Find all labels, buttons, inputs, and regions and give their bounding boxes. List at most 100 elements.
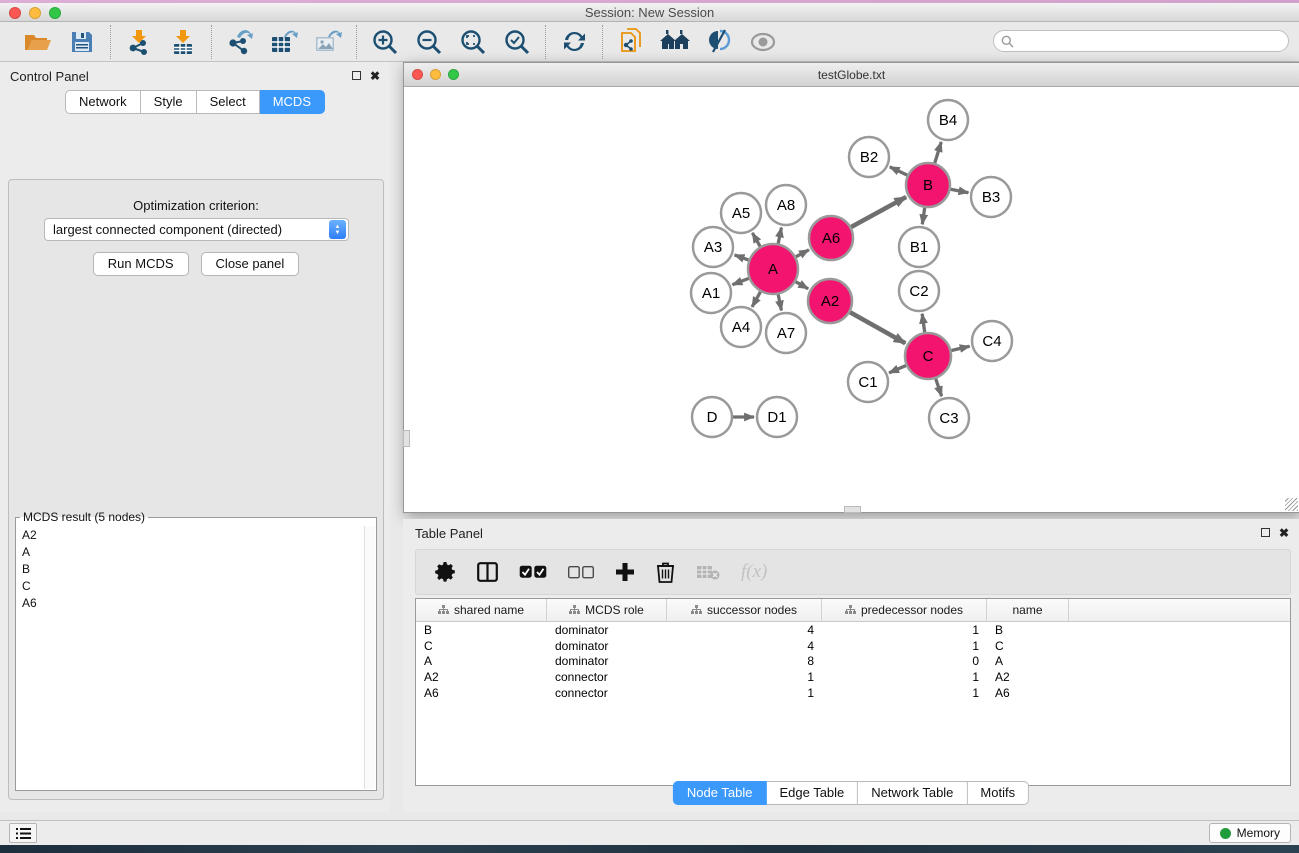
table-cell[interactable]: 1	[667, 670, 822, 684]
node-A1[interactable]: A1	[691, 273, 731, 313]
table-cell[interactable]: dominator	[547, 623, 667, 637]
column-header-name[interactable]: name	[987, 599, 1069, 621]
tab-motifs[interactable]: Motifs	[967, 781, 1029, 805]
node-B2[interactable]: B2	[849, 137, 889, 177]
table-row[interactable]: A6connector11A6	[416, 685, 1290, 701]
table-cell[interactable]: 1	[822, 623, 987, 637]
network-zoom-button[interactable]	[448, 69, 459, 80]
export-image-icon[interactable]	[313, 28, 343, 56]
node-B3[interactable]: B3	[971, 177, 1011, 217]
delete-row-icon[interactable]	[656, 559, 675, 585]
zoom-in-icon[interactable]	[370, 28, 400, 56]
import-network-icon[interactable]	[124, 28, 154, 56]
edge-A-A7[interactable]	[778, 294, 781, 310]
tab-select[interactable]: Select	[197, 90, 260, 114]
home-icon[interactable]	[660, 28, 690, 56]
node-A2[interactable]: A2	[808, 279, 852, 323]
table-cell[interactable]: 8	[667, 654, 822, 668]
settings-gear-icon[interactable]	[434, 559, 456, 585]
network-minimize-button[interactable]	[430, 69, 441, 80]
export-network-icon[interactable]	[225, 28, 255, 56]
refresh-icon[interactable]	[559, 28, 589, 56]
close-panel-button[interactable]: Close panel	[201, 252, 300, 276]
column-header-mcds-role[interactable]: MCDS role	[547, 599, 667, 621]
edge-A-A2[interactable]	[796, 282, 809, 289]
table-cell[interactable]: 4	[667, 623, 822, 637]
edge-C-C4[interactable]	[951, 346, 969, 350]
eye-icon[interactable]	[748, 28, 778, 56]
column-header-successor-nodes[interactable]: successor nodes	[667, 599, 822, 621]
edge-C-C1[interactable]	[889, 366, 906, 373]
table-cell[interactable]: connector	[547, 670, 667, 684]
add-row-icon[interactable]	[615, 559, 635, 585]
float-panel-icon[interactable]	[352, 70, 361, 82]
table-row[interactable]: Bdominator41B	[416, 622, 1290, 638]
run-mcds-button[interactable]: Run MCDS	[93, 252, 189, 276]
edge-C-C3[interactable]	[936, 379, 942, 396]
result-list-item[interactable]: A2	[17, 526, 364, 543]
table-cell[interactable]: A	[416, 654, 547, 668]
tab-mcds[interactable]: MCDS	[260, 90, 325, 114]
memory-button[interactable]: Memory	[1209, 823, 1291, 843]
node-B1[interactable]: B1	[899, 227, 939, 267]
close-window-button[interactable]	[9, 7, 21, 19]
table-row[interactable]: Cdominator41C	[416, 638, 1290, 654]
result-list-item[interactable]: B	[17, 560, 364, 577]
search-box[interactable]	[993, 30, 1289, 52]
mcds-result-list[interactable]: A2ABCA6	[17, 526, 364, 789]
task-history-button[interactable]	[9, 823, 37, 843]
edge-B-B3[interactable]	[951, 189, 969, 192]
table-cell[interactable]: C	[416, 639, 547, 653]
table-cell[interactable]: A2	[416, 670, 547, 684]
table-cell[interactable]: 1	[822, 670, 987, 684]
node-C2[interactable]: C2	[899, 271, 939, 311]
import-table-icon[interactable]	[168, 28, 198, 56]
table-cell[interactable]: 1	[822, 639, 987, 653]
table-cell[interactable]: 1	[822, 686, 987, 700]
zoom-window-button[interactable]	[49, 7, 61, 19]
node-B4[interactable]: B4	[928, 100, 968, 140]
table-cell[interactable]: 1	[667, 686, 822, 700]
bottom-gripper[interactable]	[844, 506, 861, 513]
node-D[interactable]: D	[692, 397, 732, 437]
network-window-titlebar[interactable]: testGlobe.txt	[404, 63, 1299, 87]
edge-A-A8[interactable]	[778, 228, 781, 244]
edge-A-A6[interactable]	[796, 250, 809, 257]
node-C4[interactable]: C4	[972, 321, 1012, 361]
tab-network[interactable]: Network	[65, 90, 141, 114]
result-list-item[interactable]: C	[17, 577, 364, 594]
node-A8[interactable]: A8	[766, 185, 806, 225]
node-A7[interactable]: A7	[766, 313, 806, 353]
node-A4[interactable]: A4	[721, 307, 761, 347]
float-table-panel-icon[interactable]	[1261, 527, 1270, 539]
network-from-selection-icon[interactable]	[616, 28, 646, 56]
result-list-scrollbar[interactable]	[364, 526, 375, 789]
edge-A6-B[interactable]	[851, 197, 906, 227]
node-A[interactable]: A	[748, 244, 798, 294]
zoom-selected-icon[interactable]	[502, 28, 532, 56]
minimize-window-button[interactable]	[29, 7, 41, 19]
edge-A-A3[interactable]	[735, 255, 749, 260]
edge-B-B2[interactable]	[890, 167, 907, 175]
node-C3[interactable]: C3	[929, 398, 969, 438]
left-gripper[interactable]	[403, 430, 410, 447]
table-cell[interactable]: dominator	[547, 639, 667, 653]
node-D1[interactable]: D1	[757, 397, 797, 437]
result-list-item[interactable]: A	[17, 543, 364, 560]
node-A5[interactable]: A5	[721, 193, 761, 233]
zoom-out-icon[interactable]	[414, 28, 444, 56]
node-C1[interactable]: C1	[848, 362, 888, 402]
table-cell[interactable]: 0	[822, 654, 987, 668]
column-header-predecessor-nodes[interactable]: predecessor nodes	[822, 599, 987, 621]
result-list-item[interactable]: A6	[17, 594, 364, 611]
tab-node-table[interactable]: Node Table	[673, 781, 767, 805]
edge-A-A4[interactable]	[752, 292, 760, 307]
network-canvas[interactable]: B4B2BB3A8A5A6A3B1AC2A1A2A4A7C4CC1C3DD1	[404, 88, 1299, 512]
table-cell[interactable]: C	[987, 639, 1069, 653]
table-row[interactable]: A2connector11A2	[416, 669, 1290, 685]
deselect-all-checkboxes-icon[interactable]	[568, 559, 594, 585]
edge-A-A1[interactable]	[732, 278, 748, 284]
node-B[interactable]: B	[906, 163, 950, 207]
export-table-icon[interactable]	[269, 28, 299, 56]
show-hide-graphics-details-icon[interactable]	[704, 28, 734, 56]
